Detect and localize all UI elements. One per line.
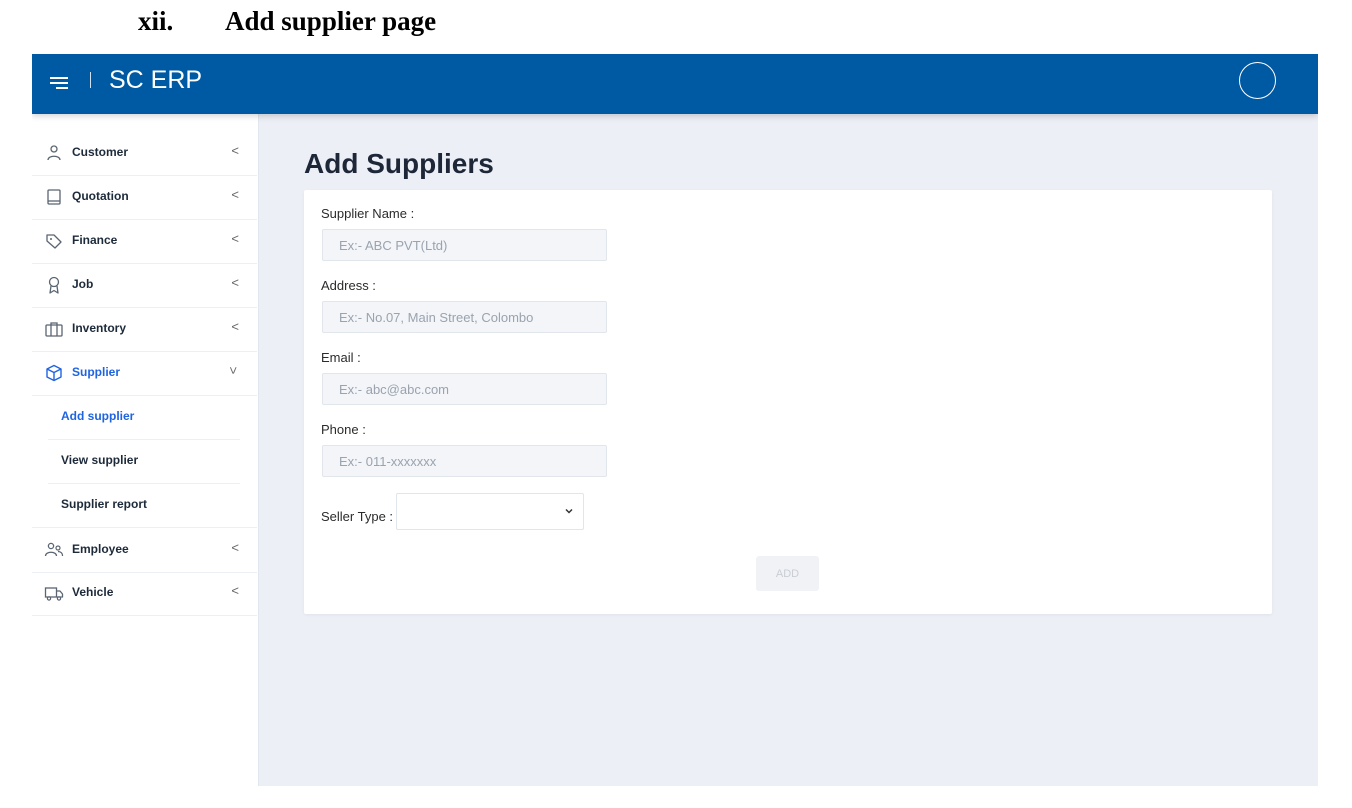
heading-title: Add supplier page (225, 6, 437, 36)
sidebar-item-label: Vehicle (72, 585, 114, 599)
sidebar-subitem-add-supplier[interactable]: Add supplier (48, 395, 240, 440)
add-button[interactable]: ADD (756, 556, 819, 591)
address-label: Address : (321, 278, 376, 293)
sidebar-subitem-label: View supplier (61, 453, 139, 467)
chevron-left-icon: < (231, 583, 239, 598)
supplier-name-input[interactable] (322, 229, 607, 261)
sidebar-item-employee[interactable]: Employee < (32, 527, 257, 573)
sidebar: Customer < Quotation < Finance < Job < I… (32, 114, 259, 786)
chevron-left-icon: < (231, 187, 239, 202)
sidebar-item-supplier[interactable]: Supplier < (32, 351, 257, 396)
page-title: Add Suppliers (304, 148, 494, 179)
chevron-down-icon: < (225, 366, 241, 375)
email-label: Email : (321, 350, 361, 365)
email-input[interactable] (322, 373, 607, 405)
avatar[interactable] (1239, 62, 1276, 99)
user-icon (47, 145, 61, 161)
sidebar-item-quotation[interactable]: Quotation < (32, 175, 257, 220)
sidebar-subitem-view-supplier[interactable]: View supplier (48, 439, 240, 484)
sidebar-item-label: Inventory (72, 321, 127, 335)
sidebar-item-label: Employee (72, 542, 129, 556)
book-icon (47, 189, 61, 205)
users-icon (44, 542, 64, 557)
sidebar-item-label: Finance (72, 233, 118, 247)
chevron-down-icon (565, 508, 573, 514)
menu-icon[interactable] (50, 74, 70, 92)
sidebar-subitem-label: Add supplier (61, 409, 135, 423)
box-icon (46, 364, 62, 382)
header-divider (90, 72, 91, 88)
sidebar-item-label: Job (72, 277, 94, 291)
sidebar-subitem-label: Supplier report (61, 497, 148, 511)
chevron-left-icon: < (231, 231, 239, 246)
top-bar: SC ERP (32, 54, 1318, 114)
chevron-left-icon: < (231, 143, 239, 158)
phone-input[interactable] (322, 445, 607, 477)
heading-number: xii. (138, 6, 174, 36)
sidebar-subitem-supplier-report[interactable]: Supplier report (48, 483, 240, 527)
chevron-left-icon: < (231, 540, 239, 555)
sidebar-item-finance[interactable]: Finance < (32, 219, 257, 264)
sidebar-item-inventory[interactable]: Inventory < (32, 307, 257, 352)
add-supplier-form: Supplier Name : Address : Email : Phone … (304, 190, 1272, 614)
sidebar-item-label: Supplier (72, 365, 121, 379)
seller-type-select[interactable] (396, 493, 584, 530)
truck-icon (44, 587, 64, 601)
sidebar-item-job[interactable]: Job < (32, 263, 257, 308)
chevron-left-icon: < (231, 275, 239, 290)
seller-type-label: Seller Type : (321, 509, 394, 524)
phone-label: Phone : (321, 422, 366, 437)
tag-icon (46, 234, 62, 249)
award-icon (48, 276, 60, 294)
supplier-name-label: Supplier Name : (321, 206, 415, 221)
app-title: SC ERP (109, 66, 203, 94)
sidebar-item-label: Quotation (72, 189, 129, 203)
briefcase-icon (45, 322, 63, 337)
sidebar-item-vehicle[interactable]: Vehicle < (32, 571, 257, 616)
sidebar-item-customer[interactable]: Customer < (32, 131, 257, 176)
address-input[interactable] (322, 301, 607, 333)
chevron-left-icon: < (231, 319, 239, 334)
app-window: SC ERP Customer < Quotation < Finance < … (32, 54, 1318, 786)
sidebar-item-label: Customer (72, 145, 129, 159)
document-heading: xii. Add supplier page (138, 6, 436, 37)
